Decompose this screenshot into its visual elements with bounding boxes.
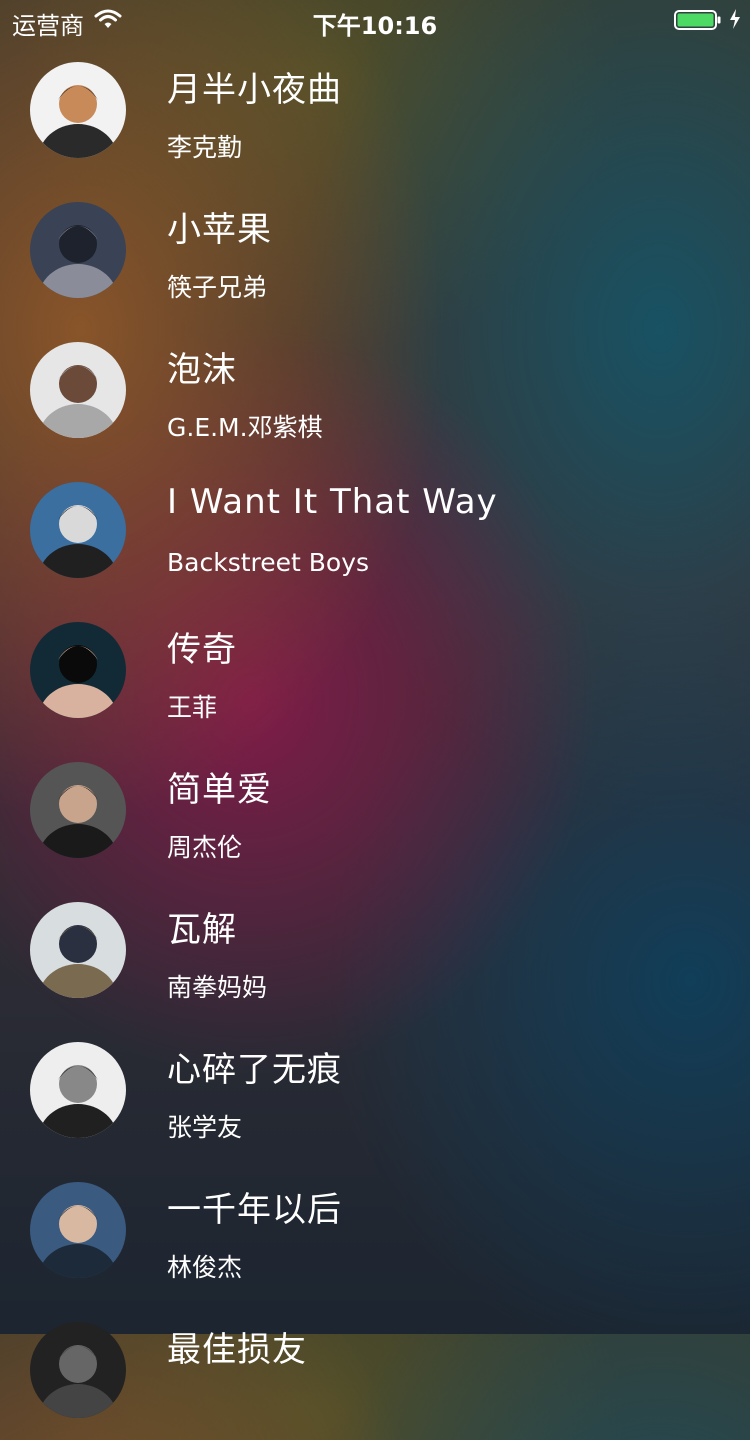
artist-avatar — [30, 1182, 126, 1278]
song-title: 月半小夜曲 — [167, 70, 342, 110]
song-row[interactable]: 心碎了无痕 张学友 — [0, 1020, 750, 1160]
artist-avatar — [30, 762, 126, 858]
song-list: 月半小夜曲李克勤小苹果筷子兄弟泡沫 G.E.M.邓紫棋 I Want It That… — [0, 40, 750, 1440]
artist-avatar — [30, 622, 126, 718]
song-row[interactable]: 最佳损友 — [0, 1300, 750, 1440]
song-title: I Want It That Way — [167, 482, 498, 522]
song-row[interactable]: 小苹果 筷子兄弟 — [0, 180, 750, 320]
song-title: 一千年以后 — [167, 1190, 342, 1230]
song-artist: 筷子兄弟 — [167, 273, 268, 302]
battery-icon — [674, 10, 722, 30]
song-title: 传奇 — [167, 630, 237, 670]
song-row[interactable]: 传奇 王菲 — [0, 600, 750, 740]
song-title: 最佳损友 — [167, 1330, 307, 1370]
song-artist: 林俊杰 — [167, 1253, 243, 1282]
song-row[interactable]: 简单爱 周杰伦 — [0, 740, 750, 880]
artist-avatar — [30, 482, 126, 578]
song-artist: 周杰伦 — [167, 833, 243, 862]
song-artist: 张学友 — [167, 1113, 243, 1142]
song-artist: G.E.M.邓紫棋 — [167, 413, 323, 442]
song-row[interactable]: 泡沫 G.E.M.邓紫棋 — [0, 320, 750, 460]
song-title: 小苹果 — [167, 210, 272, 250]
artist-avatar — [30, 202, 126, 298]
song-artist: Backstreet Boys — [167, 548, 370, 577]
status-time: 下午10:16 — [312, 12, 438, 40]
song-artist: 南拳妈妈 — [167, 973, 268, 1002]
artist-avatar — [30, 1042, 126, 1138]
song-title: 泡沫 — [167, 350, 237, 390]
song-artist: 李克勤 — [167, 133, 243, 162]
song-artist: 王菲 — [167, 693, 218, 722]
song-title: 心碎了无痕 — [167, 1050, 342, 1090]
artist-avatar — [30, 1322, 126, 1418]
artist-avatar — [30, 902, 126, 998]
song-row[interactable]: I Want It That Way Backstreet Boys — [0, 460, 750, 600]
charging-bolt-icon — [728, 8, 742, 30]
song-title: 简单爱 — [167, 770, 272, 810]
song-row[interactable]: 瓦解 南拳妈妈 — [0, 880, 750, 1020]
status-bar: 运营商 下午10:16 — [0, 0, 750, 40]
song-row[interactable]: 一千年以后 林俊杰 — [0, 1160, 750, 1300]
artist-avatar — [30, 62, 126, 158]
song-row[interactable]: 月半小夜曲 李克勤 — [0, 40, 750, 180]
artist-avatar — [30, 342, 126, 438]
song-title: 瓦解 — [167, 910, 237, 950]
